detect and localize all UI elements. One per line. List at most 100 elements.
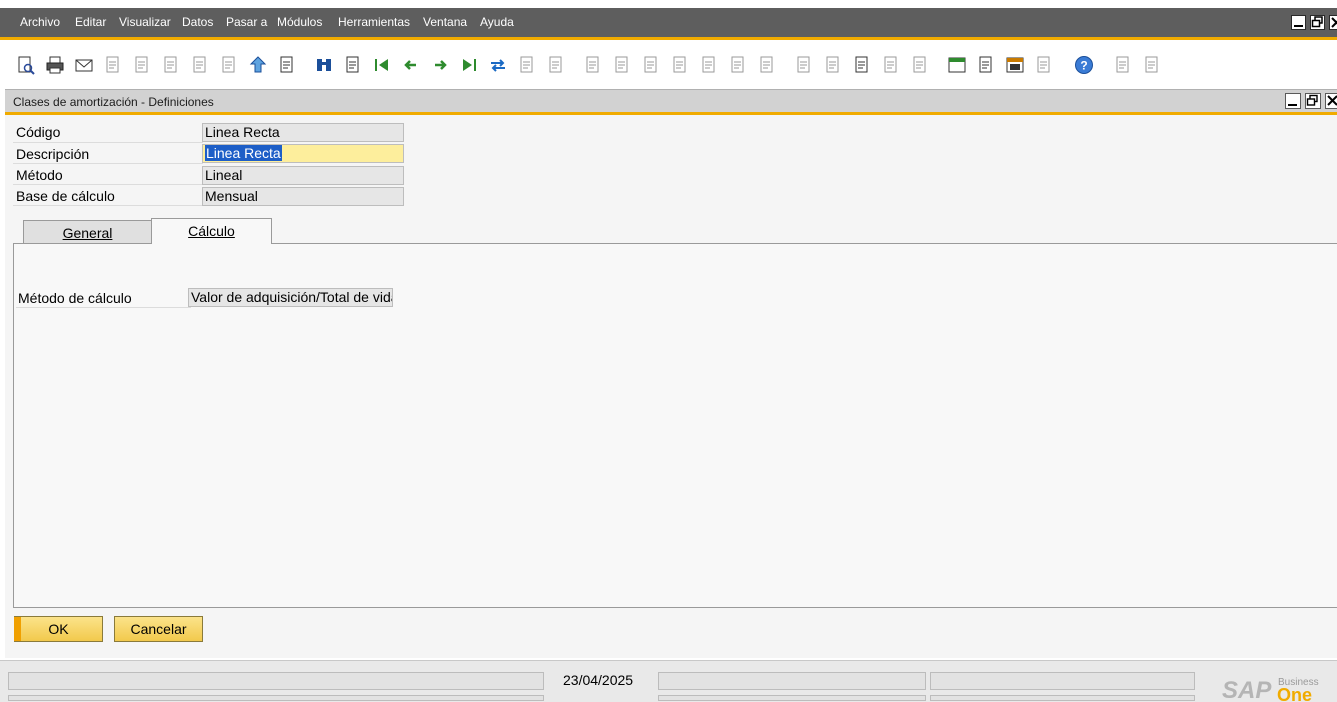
refresh-icon xyxy=(491,59,505,72)
row-divider xyxy=(13,205,203,206)
app-restore-button[interactable] xyxy=(1310,15,1325,30)
status-field-2 xyxy=(658,672,926,690)
mail-toolbar-button[interactable] xyxy=(975,54,997,76)
help-toolbar-button[interactable]: ? xyxy=(1073,54,1095,76)
export-toolbar-button[interactable] xyxy=(102,54,124,76)
ok-button-label: OK xyxy=(48,621,69,637)
row-divider xyxy=(13,142,203,143)
tab-calculo[interactable]: Cálculo xyxy=(151,218,272,244)
excel-toolbar-button[interactable] xyxy=(160,54,182,76)
alert-toolbar-button[interactable] xyxy=(909,54,931,76)
query-icon xyxy=(855,56,868,73)
app-minimize-button[interactable] xyxy=(1291,15,1306,30)
find-toolbar-button[interactable] xyxy=(313,54,335,76)
codigo-label: Código xyxy=(16,124,61,140)
ok-button[interactable]: OK xyxy=(14,616,103,642)
menu-ayuda[interactable]: Ayuda xyxy=(480,15,514,29)
row-divider xyxy=(16,307,191,308)
journal-toolbar-button[interactable] xyxy=(727,54,749,76)
window-title-bar: Clases de amortización - Definiciones xyxy=(5,89,1337,113)
settings-toolbar-button[interactable] xyxy=(756,54,778,76)
word-toolbar-button[interactable] xyxy=(189,54,211,76)
dashboard-toolbar-button[interactable] xyxy=(1004,54,1026,76)
report-icon xyxy=(1145,56,1158,73)
menu-ventana[interactable]: Ventana xyxy=(423,15,467,29)
base-calculo-field[interactable]: Mensual xyxy=(202,187,404,206)
base-document-icon xyxy=(586,56,599,73)
refresh-toolbar-button[interactable] xyxy=(487,54,509,76)
edit-toolbar-button[interactable] xyxy=(793,54,815,76)
window-restore-button[interactable] xyxy=(1305,93,1321,109)
preview-toolbar-button[interactable] xyxy=(15,54,37,76)
print-toolbar-button[interactable] xyxy=(44,54,66,76)
last-record-icon xyxy=(463,59,476,71)
alert-icon xyxy=(913,56,926,73)
cancel-button[interactable]: Cancelar xyxy=(114,616,203,642)
print-icon xyxy=(46,56,64,74)
lock-toolbar-button[interactable] xyxy=(276,54,298,76)
dashboard-icon xyxy=(1006,57,1024,73)
minimize-icon xyxy=(1288,104,1297,106)
add-toolbar-button[interactable] xyxy=(342,54,364,76)
metodo-field[interactable]: Lineal xyxy=(202,166,404,185)
sort-icon xyxy=(549,56,562,73)
tab-general[interactable]: General xyxy=(23,220,152,244)
status-field-6 xyxy=(930,695,1195,701)
codigo-field[interactable]: Linea Recta xyxy=(202,123,404,142)
report-toolbar-button[interactable] xyxy=(1141,54,1163,76)
volume-toolbar-button[interactable] xyxy=(698,54,720,76)
window-minimize-button[interactable] xyxy=(1285,93,1301,109)
menu-visualizar[interactable]: Visualizar xyxy=(119,15,171,29)
status-field-5 xyxy=(658,695,926,701)
last-record-toolbar-button[interactable] xyxy=(458,54,480,76)
one-logo-text: One xyxy=(1277,685,1313,701)
previous-record-icon xyxy=(404,60,416,70)
metodo-calculo-label: Método de cálculo xyxy=(18,290,132,306)
target-document-icon xyxy=(615,56,628,73)
pdf-toolbar-button[interactable] xyxy=(218,54,240,76)
svg-text:?: ? xyxy=(1080,59,1087,73)
query-toolbar-button[interactable] xyxy=(851,54,873,76)
pdf-icon xyxy=(222,56,235,73)
menu-pasar-a[interactable]: Pasar a xyxy=(226,15,267,29)
descripcion-field[interactable]: Linea Recta xyxy=(202,144,404,163)
metodo-label: Método xyxy=(16,167,63,183)
app-close-button[interactable] xyxy=(1329,15,1337,30)
sort-toolbar-button[interactable] xyxy=(545,54,567,76)
tools-toolbar-button[interactable] xyxy=(1112,54,1134,76)
menu-herramientas[interactable]: Herramientas xyxy=(338,15,410,29)
window-close-button[interactable] xyxy=(1325,93,1337,109)
menu-datos[interactable]: Datos xyxy=(182,15,213,29)
metodo-calculo-field[interactable]: Valor de adquisición/Total de vida xyxy=(188,288,393,307)
next-record-toolbar-button[interactable] xyxy=(429,54,451,76)
help-icon: ? xyxy=(1075,56,1093,74)
window-title: Clases de amortización - Definiciones xyxy=(13,95,214,109)
menu-editar[interactable]: Editar xyxy=(75,15,106,29)
export-icon xyxy=(106,56,119,73)
email-icon xyxy=(75,59,93,72)
base-calculo-label: Base de cálculo xyxy=(16,188,115,204)
calendar-toolbar-button[interactable] xyxy=(946,54,968,76)
tree-toolbar-button[interactable] xyxy=(1033,54,1055,76)
gross-profit-icon xyxy=(673,56,686,73)
form-settings-toolbar-button[interactable] xyxy=(822,54,844,76)
edit-icon xyxy=(797,56,810,73)
fax-toolbar-button[interactable] xyxy=(131,54,153,76)
message-toolbar-button[interactable] xyxy=(880,54,902,76)
preview-icon xyxy=(18,56,35,75)
email-toolbar-button[interactable] xyxy=(73,54,95,76)
launch-toolbar-button[interactable] xyxy=(247,54,269,76)
target-document-toolbar-button[interactable] xyxy=(611,54,633,76)
base-document-toolbar-button[interactable] xyxy=(582,54,604,76)
status-field-4 xyxy=(8,695,544,701)
first-record-toolbar-button[interactable] xyxy=(371,54,393,76)
relationship-map-toolbar-button[interactable] xyxy=(640,54,662,76)
menu-modulos[interactable]: Módulos xyxy=(277,15,322,29)
filter-toolbar-button[interactable] xyxy=(516,54,538,76)
mail-icon xyxy=(979,56,992,73)
ok-button-focus-marker xyxy=(14,617,21,641)
gross-profit-toolbar-button[interactable] xyxy=(669,54,691,76)
menu-archivo[interactable]: Archivo xyxy=(20,15,60,29)
word-icon xyxy=(193,56,206,73)
previous-record-toolbar-button[interactable] xyxy=(400,54,422,76)
